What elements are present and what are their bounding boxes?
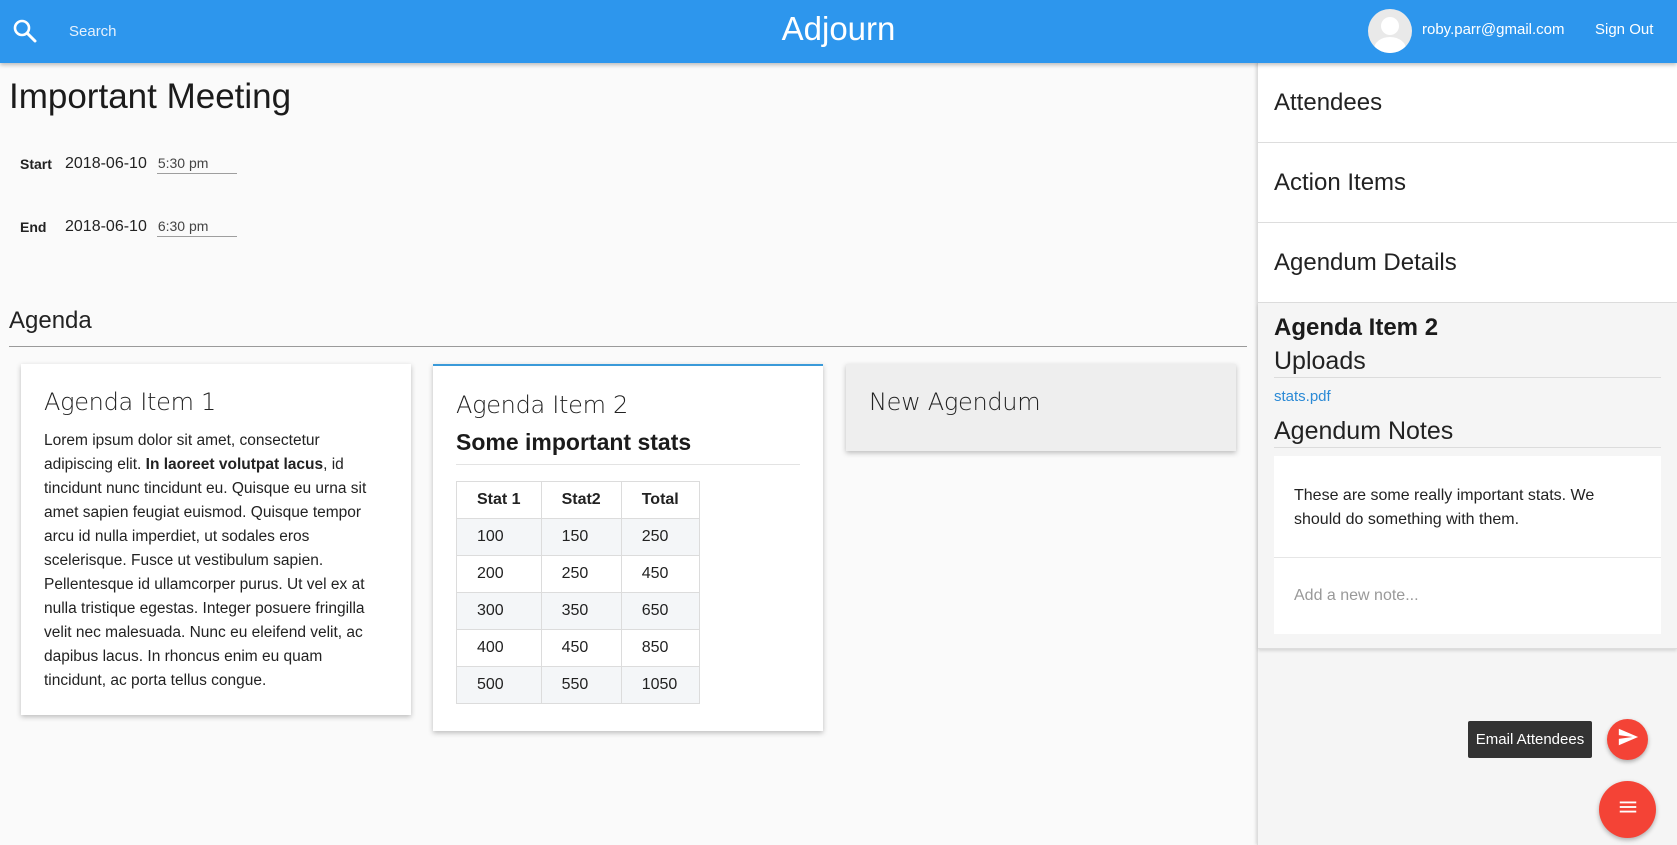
attendees-section[interactable]: Attendees [1258,63,1677,143]
sign-out-button[interactable]: Sign Out [1595,21,1653,38]
table-cell: 250 [620,518,700,556]
agenda-card-body: Lorem ipsum dolor sit amet, consectetur … [44,429,388,693]
agenda-card-subheading: Some important stats [456,429,800,465]
table-cell: 650 [620,592,700,630]
email-attendees-button[interactable] [1607,719,1648,760]
agendum-details-panel: Agenda Item 2 Uploads stats.pdf Agendum … [1258,303,1677,649]
agenda-card-title: Agenda Item 2 [456,391,628,419]
table-row: 100 150 250 [456,518,700,556]
body-text: , id tincidunt nunc tincidunt eu. Quisqu… [44,456,367,689]
table-cell: 350 [540,592,622,630]
user-email: roby.parr@gmail.com [1422,21,1565,38]
table-cell: 100 [456,518,542,556]
table-cell: 400 [456,629,542,667]
table-header-cell: Stat 1 [456,481,542,519]
agenda-divider [9,346,1247,347]
uploaded-file-link[interactable]: stats.pdf [1274,388,1661,405]
notes-box: These are some really important stats. W… [1274,456,1661,634]
start-row: Start 2018-06-10 [20,153,237,174]
agenda-card-1[interactable]: Agenda Item 1 Lorem ipsum dolor sit amet… [21,364,411,715]
agenda-card-2[interactable]: Agenda Item 2 Some important stats Stat … [433,364,823,731]
search-icon[interactable] [12,18,38,44]
table-cell: 300 [456,592,542,630]
table-header-cell: Total [620,481,700,519]
body-bold-text: In laoreet volutpat lacus [145,456,324,473]
avatar[interactable] [1368,9,1412,53]
agendum-details-section[interactable]: Agendum Details [1258,223,1677,303]
table-row: 500 550 1050 [456,666,700,704]
agenda-heading: Agenda [9,307,92,334]
table-cell: 500 [456,666,542,704]
table-cell: 550 [540,666,622,704]
stats-table: Stat 1 Stat2 Total 100 150 250 200 250 4… [456,481,700,704]
table-header-cell: Stat2 [540,481,622,519]
table-header-row: Stat 1 Stat2 Total [456,481,700,519]
new-agendum-label: New Agendum [869,388,1041,416]
agenda-card-title: Agenda Item 1 [44,388,216,416]
email-attendees-tooltip: Email Attendees [1468,721,1592,758]
search-input[interactable] [60,18,360,44]
new-note-input[interactable] [1274,558,1661,634]
table-cell: 200 [456,555,542,593]
end-row: End 2018-06-10 [20,216,237,237]
table-cell: 1050 [620,666,700,704]
end-time-input[interactable] [156,216,237,237]
meeting-main: Important Meeting Start 2018-06-10 End 2… [0,63,1257,845]
new-agendum-button[interactable]: New Agendum [846,364,1236,451]
table-cell: 850 [620,629,700,667]
table-row: 300 350 650 [456,592,700,630]
end-date[interactable]: 2018-06-10 [65,218,147,236]
start-date[interactable]: 2018-06-10 [65,155,147,173]
menu-icon [1617,796,1639,823]
table-row: 200 250 450 [456,555,700,593]
table-cell: 450 [540,629,622,667]
table-row: 400 450 850 [456,629,700,667]
meeting-title[interactable]: Important Meeting [9,77,291,117]
end-label: End [20,218,47,235]
table-cell: 450 [620,555,700,593]
table-cell: 250 [540,555,622,593]
send-icon [1617,726,1639,753]
uploads-heading: Uploads [1274,347,1661,378]
action-items-section[interactable]: Action Items [1258,143,1677,223]
start-label: Start [20,155,52,172]
menu-fab-button[interactable] [1599,781,1656,838]
start-time-input[interactable] [156,153,237,174]
top-app-bar: Adjourn roby.parr@gmail.com Sign Out [0,0,1677,63]
note-item: These are some really important stats. W… [1274,456,1661,558]
selected-item-title: Agenda Item 2 [1274,314,1439,341]
notes-heading: Agendum Notes [1274,417,1661,448]
table-cell: 150 [540,518,622,556]
